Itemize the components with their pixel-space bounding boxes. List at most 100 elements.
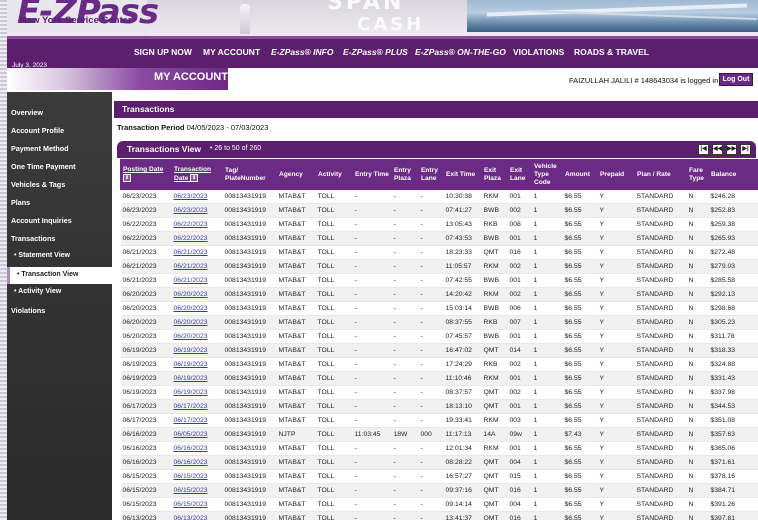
transaction-date-link[interactable]: 06/05/2023 <box>171 427 223 442</box>
table-cell: $6.55 <box>562 469 598 484</box>
table-cell: TOLL <box>315 385 353 400</box>
table-cell: MTAB&T <box>276 511 316 520</box>
sidebar-item-overview[interactable]: Overview <box>11 108 43 117</box>
table-cell: TOLL <box>315 413 353 428</box>
table-cell: STANDARD <box>634 329 687 344</box>
sidebar-item-activity-view[interactable]: • Activity View <box>14 288 61 295</box>
table-cell: 07:42:55 <box>443 273 482 288</box>
transaction-date-link[interactable]: 06/22/2023 <box>171 217 223 232</box>
nav-violations[interactable]: VIOLATIONS <box>513 47 564 57</box>
next-page-icon[interactable]: ▶▶ <box>726 144 737 155</box>
table-cell: - <box>391 441 419 456</box>
table-cell: BWB <box>481 203 508 218</box>
transaction-date-link[interactable]: 06/19/2023 <box>171 385 223 400</box>
sidebar-item-one-time-payment[interactable]: One Time Payment <box>11 162 76 171</box>
transaction-date-link[interactable]: 06/19/2023 <box>171 357 223 372</box>
table-cell: 06/19/2023 <box>120 357 172 372</box>
transaction-date-link[interactable]: 06/20/2023 <box>171 287 223 302</box>
transaction-date-link[interactable]: 06/20/2023 <box>171 315 223 330</box>
nav-ezpass-plus[interactable]: E-ZPass® PLUS <box>343 47 408 57</box>
table-cell: $337.98 <box>708 385 758 400</box>
table-row: 06/21/2023 06/21/2023 00813431919 MTAB&T TOL… <box>120 259 758 274</box>
nav-ezpass-info[interactable]: E-ZPass® INFO <box>271 47 333 57</box>
table-cell: 11:10:46 <box>443 371 482 386</box>
sidebar-item-plans[interactable]: Plans <box>11 198 30 207</box>
transaction-date-link[interactable]: 06/21/2023 <box>171 273 223 288</box>
table-cell: MTAB&T <box>276 469 316 484</box>
record-count: • 26 to 50 of 260 <box>210 145 262 152</box>
transaction-date-link[interactable]: 06/19/2023 <box>171 371 223 386</box>
transaction-date-link[interactable]: 06/20/2023 <box>171 301 223 316</box>
transaction-date-link[interactable]: 06/21/2023 <box>171 245 223 260</box>
table-cell: 08:28:22 <box>443 455 482 470</box>
sidebar-item-vehicles-tags[interactable]: Vehicles & Tags <box>11 180 65 189</box>
transaction-date-link[interactable]: 06/15/2023 <box>171 497 223 512</box>
nav-my-account[interactable]: MY ACCOUNT <box>203 47 260 57</box>
table-cell: QMT <box>481 483 508 498</box>
table-cell: 00813431919 <box>222 329 277 344</box>
table-cell: 06/16/2023 <box>120 455 172 470</box>
table-cell: 1 <box>531 189 563 204</box>
nav-roads-travel[interactable]: ROADS & TRAVEL <box>574 47 649 57</box>
table-row: 06/21/2023 06/21/2023 00813431919 MTAB&T TOL… <box>120 273 758 288</box>
table-cell: Y <box>597 287 635 302</box>
sidebar-item-statement-view[interactable]: • Statement View <box>14 252 70 259</box>
transaction-date-link[interactable]: 06/20/2023 <box>171 329 223 344</box>
table-cell: STANDARD <box>634 259 687 274</box>
table-cell: 002 <box>507 203 532 218</box>
sort-icon[interactable]: ⇕ <box>190 174 199 183</box>
transaction-date-link[interactable]: 06/15/2023 <box>171 483 223 498</box>
table-cell: 00813431919 <box>222 343 277 358</box>
column-header[interactable]: Posting Date ⇕ <box>120 159 172 190</box>
table-cell: N <box>686 315 709 330</box>
table-cell: - <box>391 511 419 520</box>
sidebar-item-transactions[interactable]: Transactions <box>11 234 55 243</box>
table-cell: Y <box>597 511 635 520</box>
sidebar-item-account-inquiries[interactable]: Account Inquiries <box>11 216 72 225</box>
table-cell: $365.06 <box>708 441 758 456</box>
sidebar-item-violations[interactable]: Violations <box>11 306 45 315</box>
transaction-date-link[interactable]: 06/22/2023 <box>171 231 223 246</box>
column-header: Exit Plaza <box>481 159 508 190</box>
table-cell: Y <box>597 189 635 204</box>
transaction-date-link[interactable]: 06/17/2023 <box>171 399 223 414</box>
nav-ezpass-on-the-go[interactable]: E-ZPass® ON-THE-GO <box>415 47 506 57</box>
table-cell: MTAB&T <box>276 455 316 470</box>
table-cell: 1 <box>531 427 563 442</box>
table-cell: 014 <box>507 343 532 358</box>
banner-word: SPAN <box>327 0 405 15</box>
last-page-icon[interactable]: ▶| <box>740 144 751 155</box>
sort-icon[interactable]: ⇕ <box>123 174 131 183</box>
table-cell: - <box>352 287 392 302</box>
transaction-date-link[interactable]: 06/21/2023 <box>171 259 223 274</box>
logo-subtitle: New York Service Center <box>20 15 132 26</box>
transaction-date-link[interactable]: 06/19/2023 <box>171 343 223 358</box>
logout-button[interactable]: Log Out <box>719 73 753 86</box>
column-header[interactable]: Transaction Date ⇕ <box>171 159 223 190</box>
prev-page-icon[interactable]: ◀◀ <box>712 144 723 155</box>
table-cell: N <box>686 259 709 274</box>
table-cell: RKB <box>481 357 508 372</box>
table-cell: 002 <box>507 357 532 372</box>
table-cell: 000 <box>418 427 444 442</box>
sidebar-item-account-profile[interactable]: Account Profile <box>11 126 64 135</box>
transaction-date-link[interactable]: 06/23/2023 <box>171 203 223 218</box>
table-cell: 00813431919 <box>222 441 277 456</box>
table-cell: - <box>352 315 392 330</box>
nav-sign-up[interactable]: SIGN UP NOW <box>134 47 192 57</box>
table-cell: 00813431919 <box>222 287 277 302</box>
table-cell: 06/17/2023 <box>120 413 172 428</box>
table-cell: 10:30:38 <box>443 189 482 204</box>
table-cell: - <box>418 511 444 520</box>
transaction-date-link[interactable]: 06/23/2023 <box>171 189 223 204</box>
table-cell: 06/16/2023 <box>120 427 172 442</box>
transaction-date-link[interactable]: 06/16/2023 <box>171 441 223 456</box>
transaction-date-link[interactable]: 06/17/2023 <box>171 413 223 428</box>
transaction-date-link[interactable]: 06/16/2023 <box>171 455 223 470</box>
first-page-icon[interactable]: |◀ <box>698 144 709 155</box>
transaction-date-link[interactable]: 06/15/2023 <box>171 469 223 484</box>
sidebar-item-payment-method[interactable]: Payment Method <box>11 144 69 153</box>
table-cell: MTAB&T <box>276 245 316 260</box>
transaction-date-link[interactable]: 06/13/2023 <box>171 511 223 520</box>
sidebar-item-transaction-view[interactable]: • Transaction View <box>7 267 112 284</box>
